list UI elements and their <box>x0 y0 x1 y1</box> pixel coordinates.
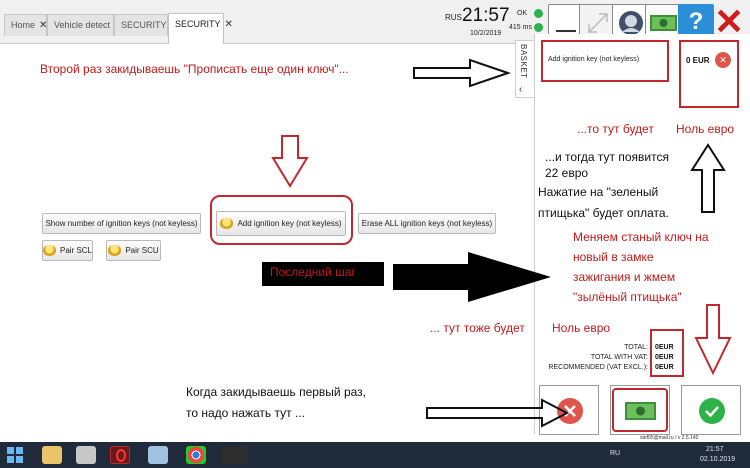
arrow-right-pay <box>426 398 570 428</box>
note-pressing-green: Нажатие на "зеленый <box>538 185 659 199</box>
taskbar-time: 21:57 <box>706 446 724 453</box>
note-then-here: ...то тут будет <box>577 122 654 136</box>
file-explorer-icon[interactable] <box>42 446 62 464</box>
media-player-icon[interactable] <box>76 446 96 464</box>
arrow-up-basket <box>690 143 726 213</box>
paint-icon[interactable] <box>148 446 168 464</box>
note-will-appear: ...и тогда тут появится <box>545 150 669 164</box>
note-second-time: Второй раз закидываешь "Прописать еще од… <box>40 62 349 76</box>
note-replace-key-2: новый в замке <box>573 250 654 264</box>
arrow-down-button <box>271 135 309 188</box>
arrow-right-last-step <box>393 252 551 302</box>
note-replace-key-4: "зылёный птищька" <box>573 290 682 304</box>
taskbar-date: 02.10.2019 <box>700 456 736 463</box>
note-payment: птищька" будет оплата. <box>538 206 669 220</box>
opera-ring-icon <box>116 449 126 462</box>
note-zero-euro-2: Ноль евро <box>552 321 611 335</box>
note-replace-key-1: Меняем станый ключ на <box>573 230 709 244</box>
taskbar-language[interactable]: RU <box>610 450 620 457</box>
note-last-step: Последний шаг <box>270 265 356 279</box>
car-app-icon[interactable] <box>222 446 248 464</box>
chrome-icon[interactable] <box>186 446 206 464</box>
note-replace-key-3: зажигания и жмем <box>573 270 676 284</box>
start-button[interactable] <box>6 446 24 464</box>
windows-icon <box>7 447 23 463</box>
note-press-here: то надо нажать тут ... <box>186 406 305 420</box>
arrow-right-top <box>413 58 512 88</box>
note-zero-euro: Ноль евро <box>676 122 735 136</box>
pay-highlight <box>612 388 668 432</box>
note-also-here: ... тут тоже будет <box>430 321 525 335</box>
arrow-down-confirm <box>694 304 732 376</box>
opera-icon[interactable] <box>110 446 130 464</box>
note-first-time: Когда закидываешь первый раз, <box>186 385 366 399</box>
note-22-euro: 22 евро <box>545 166 589 180</box>
